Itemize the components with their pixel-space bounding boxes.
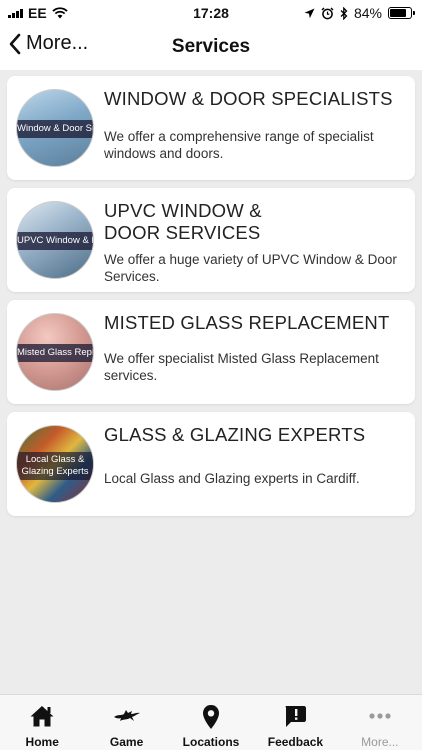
battery-percent: 84%: [353, 5, 382, 21]
service-card-window-door-specialists[interactable]: Window & Door Specialists WINDOW & DOOR …: [7, 76, 415, 180]
service-card-upvc-window-door[interactable]: UPVC Window & Door Services UPVC WINDOW …: [7, 188, 415, 292]
location-arrow-icon: [304, 8, 315, 18]
back-button-label: More...: [26, 32, 89, 54]
service-description: Local Glass and Glazing experts in Cardi…: [104, 471, 360, 486]
tab-feedback[interactable]: Feedback: [253, 695, 337, 750]
more-icon: [369, 713, 391, 719]
tab-label: Locations: [182, 735, 240, 749]
tab-locations[interactable]: Locations: [169, 695, 253, 750]
tab-label: Game: [109, 735, 144, 749]
tab-label: Feedback: [267, 735, 324, 749]
service-card-glass-glazing[interactable]: Local Glass & Glazing Experts GLASS & GL…: [7, 412, 415, 516]
tab-label: Home: [25, 735, 59, 749]
thumbnail-caption: UPVC Window & Door Services: [17, 232, 93, 250]
service-thumbnail: UPVC Window & Door Services: [16, 201, 94, 279]
thumbnail-caption: Misted Glass Replacement: [17, 344, 93, 362]
status-bar: EE 17:28 84%: [0, 0, 422, 24]
game-icon: [113, 710, 140, 721]
bluetooth-icon: [340, 6, 348, 20]
thumbnail-caption: Local Glass & Glazing Experts: [17, 452, 93, 480]
feedback-icon: [285, 706, 307, 727]
service-description: We offer a huge variety of UPVC Window &…: [104, 252, 397, 284]
tab-home[interactable]: Home: [0, 695, 84, 750]
chevron-left-icon: [9, 33, 21, 54]
service-title: GLASS & GLAZING EXPERTS: [104, 424, 366, 445]
home-icon: [30, 706, 54, 727]
service-title: WINDOW & DOOR SPECIALISTS: [104, 88, 393, 109]
tab-label: More...: [361, 735, 399, 749]
nav-bar: More... Services: [0, 24, 422, 70]
service-thumbnail: Local Glass & Glazing Experts: [16, 425, 94, 503]
tab-bar: Home Game Locations Feedback More...: [0, 694, 422, 750]
tab-game[interactable]: Game: [84, 695, 168, 750]
service-thumbnail: Window & Door Specialists: [16, 89, 94, 167]
battery-icon: [388, 7, 415, 19]
service-card-misted-glass[interactable]: Misted Glass Replacement MISTED GLASS RE…: [7, 300, 415, 404]
service-thumbnail: Misted Glass Replacement: [16, 313, 94, 391]
battery-fill: [390, 9, 406, 17]
service-description: We offer specialist Misted Glass Replace…: [104, 351, 379, 383]
status-right: 84%: [304, 5, 415, 21]
service-description: We offer a comprehensive range of specia…: [104, 129, 374, 161]
location-pin-icon: [203, 705, 220, 729]
service-title: UPVC WINDOW & DOOR SERVICES: [104, 200, 262, 243]
tab-more[interactable]: More...: [338, 695, 422, 750]
back-button[interactable]: More...: [8, 32, 88, 55]
thumbnail-caption: Window & Door Specialists: [17, 120, 93, 138]
alarm-icon: [321, 6, 334, 19]
service-title: MISTED GLASS REPLACEMENT: [104, 312, 390, 333]
services-list: Window & Door Specialists WINDOW & DOOR …: [7, 76, 415, 524]
